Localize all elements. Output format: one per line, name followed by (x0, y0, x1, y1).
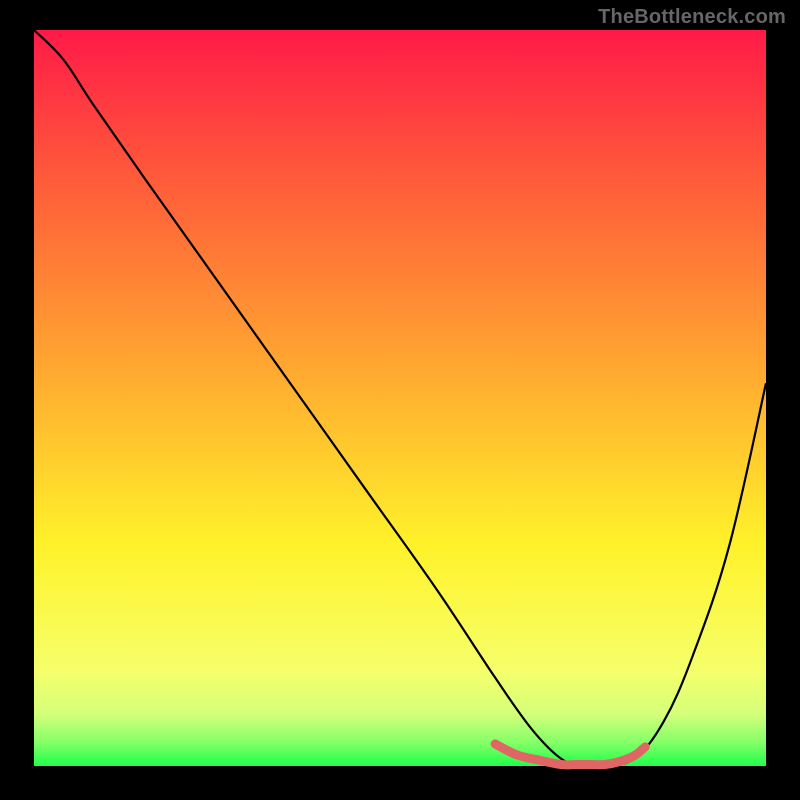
plot-background (34, 30, 766, 766)
chart-container: { "watermark": "TheBottleneck.com", "cha… (0, 0, 800, 800)
watermark-text: TheBottleneck.com (598, 6, 786, 29)
bottleneck-chart (0, 0, 800, 800)
